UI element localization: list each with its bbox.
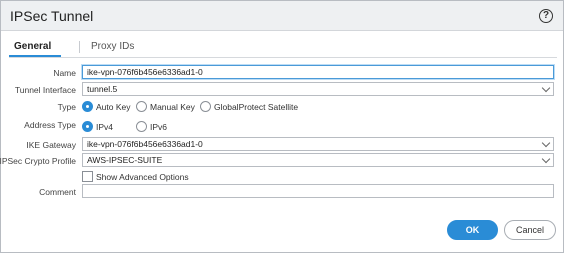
tab-general[interactable]: General xyxy=(14,41,51,52)
tunnel-interface-select[interactable]: tunnel.5 xyxy=(82,82,554,96)
radio-selected-icon xyxy=(82,121,93,132)
ike-gateway-value: ike-vpn-076f6b456e6336ad1-0 xyxy=(87,139,203,149)
tab-bar-divider xyxy=(9,57,557,58)
type-manual-key-label: Manual Key xyxy=(150,102,195,112)
name-input[interactable]: ike-vpn-076f6b456e6336ad1-0 xyxy=(82,65,554,79)
ipsec-crypto-profile-value: AWS-IPSEC-SUITE xyxy=(87,155,163,165)
tab-proxy-ids[interactable]: Proxy IDs xyxy=(91,41,134,52)
ipsec-crypto-profile-label: IPSec Crypto Profile xyxy=(0,156,76,166)
chevron-down-icon xyxy=(541,83,551,93)
ike-gateway-select[interactable]: ike-vpn-076f6b456e6336ad1-0 xyxy=(82,137,554,151)
show-advanced-options-label: Show Advanced Options xyxy=(96,172,189,182)
chevron-down-icon xyxy=(541,154,551,164)
ipsec-crypto-profile-select[interactable]: AWS-IPSEC-SUITE xyxy=(82,153,554,167)
tunnel-interface-label: Tunnel Interface xyxy=(14,85,76,95)
address-type-ipv6-label: IPv6 xyxy=(150,122,168,132)
radio-selected-icon xyxy=(82,101,93,112)
checkbox-icon xyxy=(82,171,93,182)
comment-input[interactable] xyxy=(82,184,554,198)
radio-icon xyxy=(200,101,211,112)
address-type-ipv4-label: IPv4 xyxy=(96,122,114,132)
dialog-title: IPSec Tunnel xyxy=(10,8,94,24)
tab-divider xyxy=(79,41,80,53)
dialog-title-bar: IPSec Tunnel ? xyxy=(1,1,563,31)
name-label: Name xyxy=(53,68,76,78)
cancel-button[interactable]: Cancel xyxy=(504,220,556,240)
ok-button[interactable]: OK xyxy=(447,220,498,240)
type-auto-key-label: Auto Key xyxy=(96,102,131,112)
chevron-down-icon xyxy=(541,138,551,148)
ipsec-tunnel-dialog: IPSec Tunnel ? General Proxy IDs Name ik… xyxy=(0,0,564,253)
address-type-label: Address Type xyxy=(24,120,76,130)
type-label: Type xyxy=(57,102,76,112)
ike-gateway-label: IKE Gateway xyxy=(26,140,76,150)
help-icon[interactable]: ? xyxy=(539,9,553,23)
type-globalprotect-satellite-label: GlobalProtect Satellite xyxy=(214,102,299,112)
radio-icon xyxy=(136,101,147,112)
radio-icon xyxy=(136,121,147,132)
tunnel-interface-value: tunnel.5 xyxy=(87,84,118,94)
comment-label: Comment xyxy=(39,187,76,197)
